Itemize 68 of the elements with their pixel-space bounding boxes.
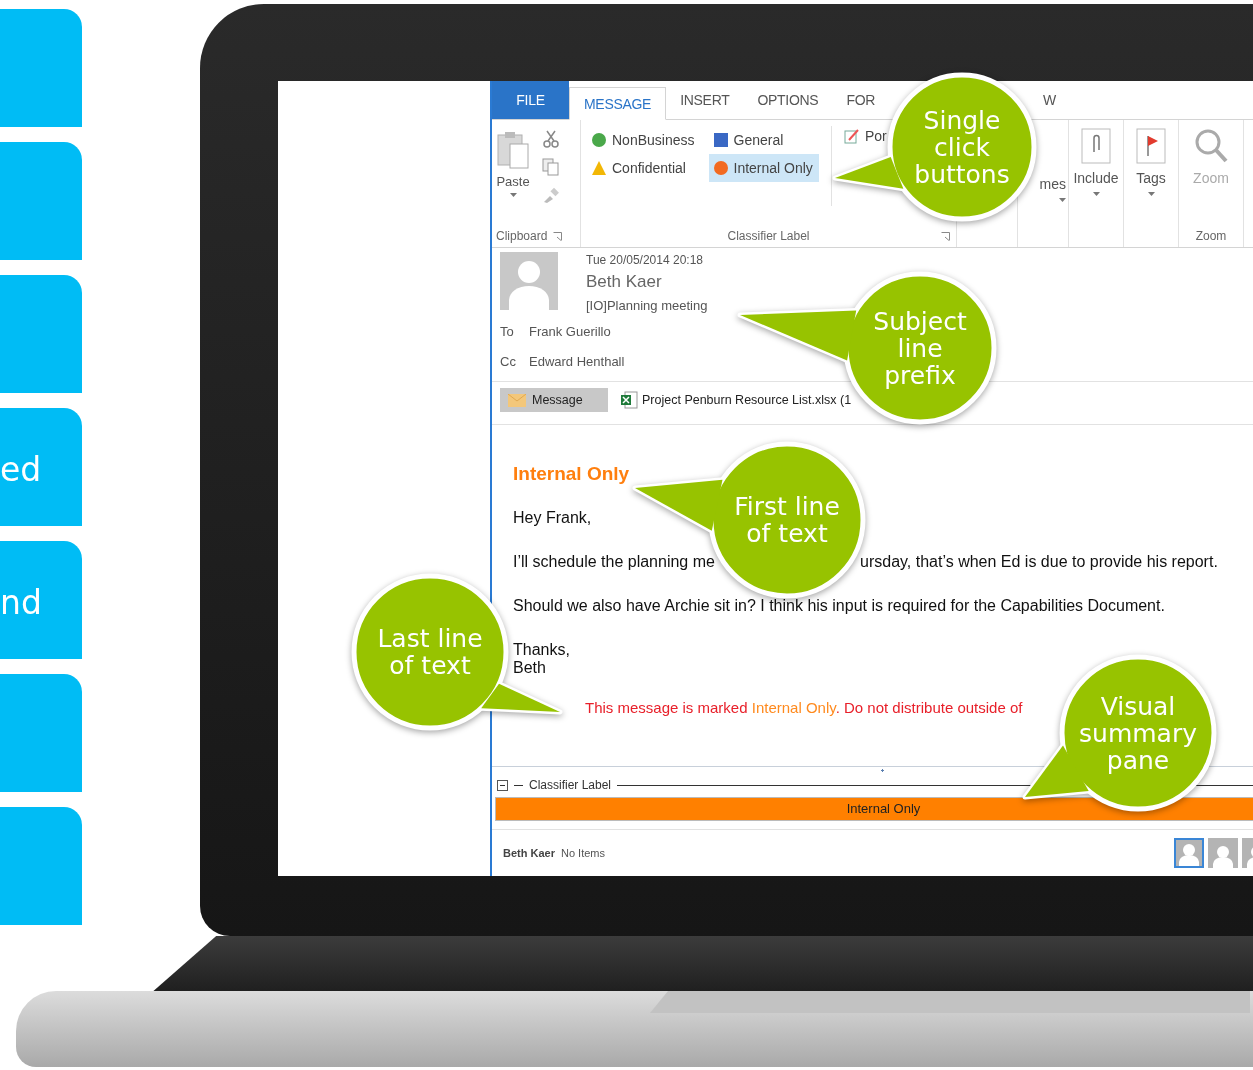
ribbon-button[interactable]: Por	[841, 126, 889, 146]
ribbon-button[interactable]: Tags	[1134, 120, 1168, 196]
launcher-icon[interactable]	[941, 231, 950, 241]
copy-icon[interactable]	[542, 158, 560, 176]
recipient-name: Edward Henthall	[529, 354, 625, 369]
recipient-name: Frank Guerillo	[529, 324, 611, 339]
body-text: Thanks,	[513, 641, 570, 659]
ribbon-tab[interactable]: OPTIONS	[743, 81, 833, 119]
launcher-icon[interactable]	[553, 231, 563, 241]
subject-line: [IO]Planning meeting	[586, 297, 708, 315]
group-label: Zoom	[1195, 229, 1227, 243]
flag-icon	[1136, 128, 1166, 164]
brush-icon[interactable]	[542, 186, 560, 204]
ribbon-tab[interactable]: FOR	[832, 81, 890, 119]
body-text: I’ll schedule the planning me	[513, 553, 716, 571]
label-button[interactable]: General	[708, 126, 819, 154]
clipboard-icon	[496, 130, 530, 170]
spreadsheet-icon	[620, 391, 638, 409]
classification-bar: Internal Only	[495, 797, 1253, 821]
callout-text: Single click buttons	[914, 106, 1010, 188]
body-text: Should we also have Archie sit in? I think his input is required for the Capabilities Document.	[513, 597, 1165, 615]
scissors-icon[interactable]	[542, 130, 560, 148]
cc-label: Cc	[500, 354, 517, 369]
attachment-tab[interactable]: Message	[500, 388, 608, 412]
ribbon-tab[interactable]: W	[1029, 81, 1070, 119]
status-user: Beth Kaer	[503, 847, 555, 859]
label-button[interactable]: NonBusiness	[587, 126, 701, 154]
label-button[interactable]: Internal Only	[708, 154, 819, 182]
circle-icon	[591, 132, 607, 148]
label-button[interactable]: Confidential	[587, 154, 701, 182]
sender-name: Beth Kaer	[586, 271, 662, 293]
disclaimer-text: This message is marked Internal Only. Do not distribute outside of	[585, 699, 1023, 716]
group-label: Classifier Label	[727, 229, 810, 243]
group-label: Clipboard	[496, 229, 548, 243]
caret-icon	[1059, 198, 1066, 202]
pane-title: Classifier Label	[529, 778, 612, 792]
note-pen-icon	[843, 128, 860, 144]
file-tab[interactable]: FILE	[492, 81, 569, 119]
attachment-tab[interactable]: Project Penburn Resource List.xlsx (1	[618, 388, 852, 412]
ribbon-button[interactable]: mes	[1039, 176, 1068, 202]
callout-text: Visual summary pane	[1079, 692, 1197, 774]
person-avatar[interactable]	[1208, 838, 1238, 868]
paste-button[interactable]: Paste	[492, 120, 534, 197]
callout-text: Subject line prefix	[873, 307, 967, 389]
body-text: Hey Frank,	[513, 509, 592, 527]
ribbon-tab[interactable]: INSERT	[666, 81, 744, 119]
ribbon-tab[interactable]: MESSAGE	[569, 87, 667, 120]
callout-text: First line of text	[734, 493, 840, 547]
magnifier-icon	[1194, 128, 1228, 164]
status-items: No Items	[560, 847, 605, 859]
collapse-icon[interactable]	[497, 779, 508, 791]
triangle-icon	[591, 160, 607, 176]
callout-text: Last line of text	[377, 625, 483, 679]
classification-heading: Internal Only	[513, 463, 630, 485]
square-icon	[712, 132, 729, 148]
ribbon-button[interactable]: Include	[1071, 120, 1121, 196]
avatar-silhouette-icon	[500, 252, 558, 310]
caret-icon	[1147, 192, 1155, 196]
body-text: ursday, that’s when Ed is due to provide his report.	[860, 553, 1218, 571]
caret-icon	[509, 193, 517, 197]
person-avatar[interactable]	[1174, 838, 1204, 868]
circle-icon	[712, 160, 729, 176]
sent-date: Tue 20/05/2014 20:18	[586, 252, 703, 268]
envelope-icon	[508, 393, 526, 407]
paperclip-icon	[1081, 128, 1111, 164]
to-label: To	[500, 324, 515, 339]
caret-icon	[1092, 192, 1100, 196]
body-text: Beth	[513, 659, 547, 677]
